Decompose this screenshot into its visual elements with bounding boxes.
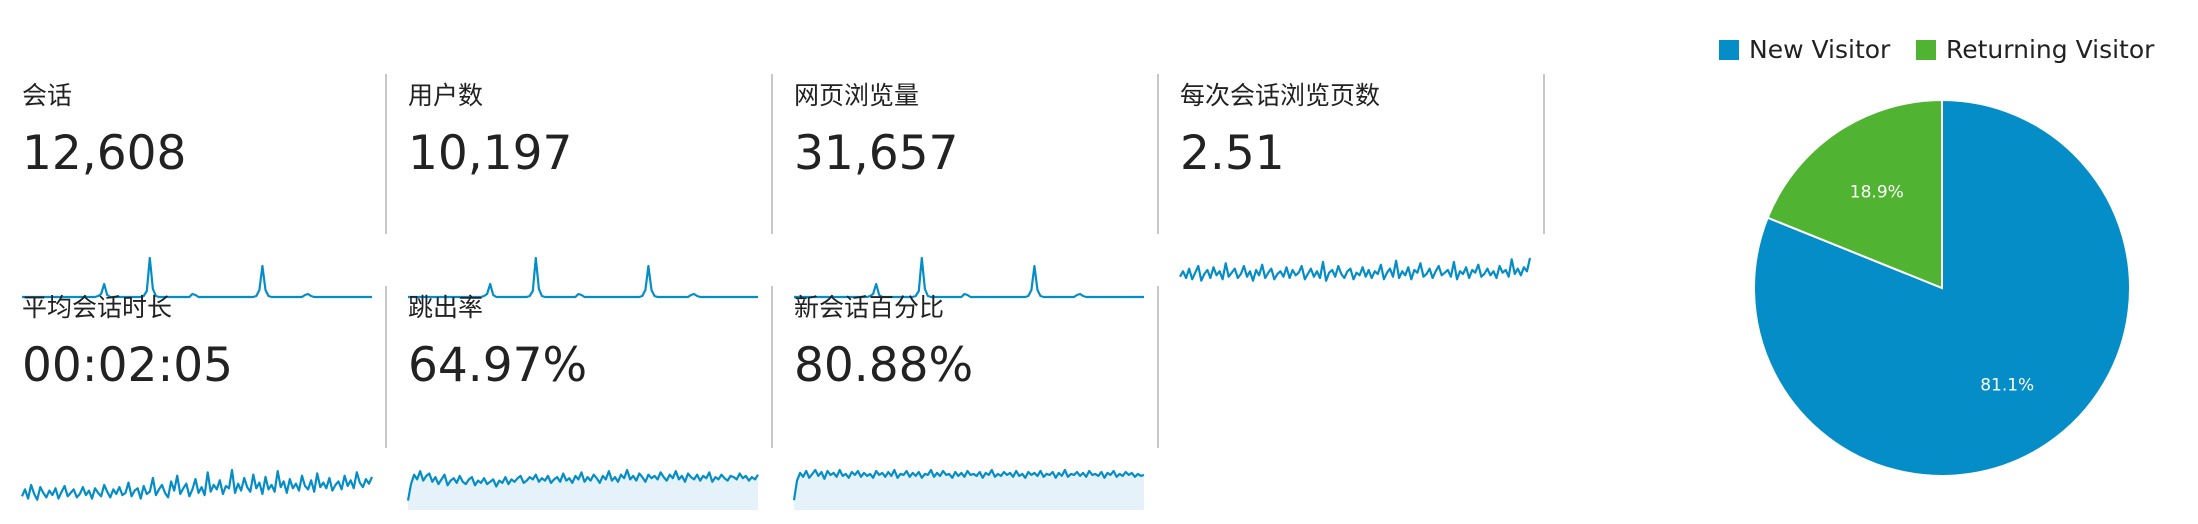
divider <box>385 74 387 234</box>
pie-slice-label: 81.1% <box>1980 376 2034 396</box>
metric-pages-per-session: 每次会话浏览页数 2.51 <box>1179 80 1564 310</box>
metric-value: 12,608 <box>22 126 187 181</box>
metric-bounce-rate: 跳出率 64.97% <box>406 292 792 522</box>
metric-value: 10,197 <box>408 126 573 181</box>
sparkline-line <box>20 468 374 501</box>
metric-label: 用户数 <box>408 81 484 110</box>
sparkline <box>20 468 374 501</box>
metric-value: 2.51 <box>1180 126 1285 181</box>
metric-label: 会话 <box>22 81 73 110</box>
metric-value: 64.97% <box>408 338 588 393</box>
divider <box>1157 74 1159 234</box>
metric-label: 跳出率 <box>408 293 484 322</box>
metric-value: 31,657 <box>794 126 959 181</box>
metric-label: 网页浏览量 <box>794 81 920 110</box>
pie-slice-label: 18.9% <box>1850 182 1904 202</box>
divider <box>1157 286 1159 448</box>
metric-label: 每次会话浏览页数 <box>1180 81 1381 110</box>
divider <box>1543 74 1545 234</box>
metric-label: 平均会话时长 <box>22 293 173 322</box>
divider <box>771 74 773 234</box>
sparkline <box>1179 257 1532 282</box>
metric-new-sessions-percent: 新会话百分比 80.88% <box>792 292 1178 522</box>
legend-label: New Visitor <box>1749 35 1891 64</box>
sparkline <box>406 468 759 510</box>
metric-users: 用户数 10,197 <box>408 80 792 310</box>
legend-swatch <box>1916 40 1936 60</box>
legend-swatch <box>1719 40 1739 60</box>
sparkline-line <box>1179 257 1532 282</box>
metric-label: 新会话百分比 <box>794 293 945 322</box>
metric-avg-session-duration: 平均会话时长 00:02:05 <box>20 292 406 522</box>
metric-value: 80.88% <box>794 338 974 393</box>
divider <box>771 286 773 448</box>
metric-pageviews: 网页浏览量 31,657 <box>794 80 1178 310</box>
metric-sessions: 会话 12,608 <box>22 80 406 310</box>
visitor-type-pie-chart: 81.1% 18.9% <box>1753 98 2131 477</box>
legend-label: Returning Visitor <box>1946 35 2155 64</box>
divider <box>385 286 387 448</box>
metric-value: 00:02:05 <box>22 338 234 393</box>
sparkline <box>792 468 1145 510</box>
